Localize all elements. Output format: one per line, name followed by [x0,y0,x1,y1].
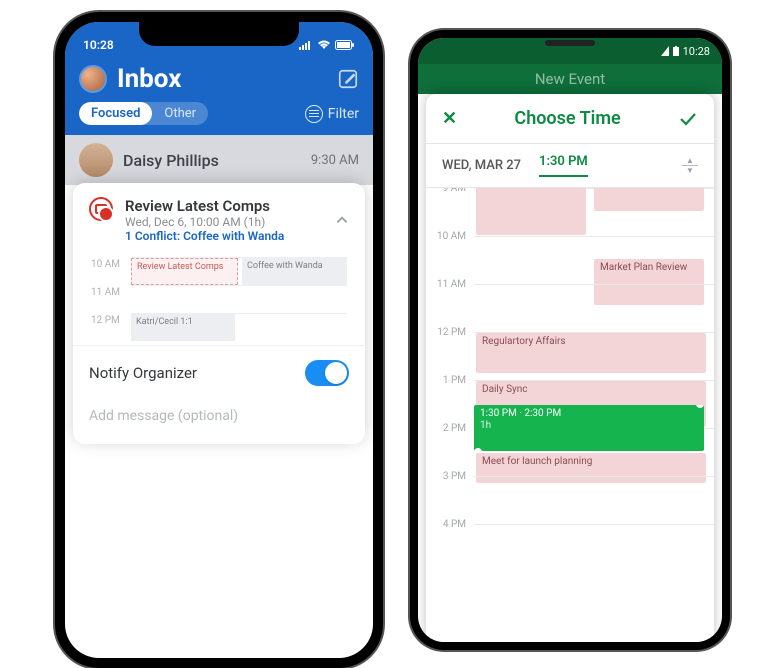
cal-event[interactable]: Core Web Team Sync [594,188,704,211]
mini-event[interactable]: Katri/Cecil 1:1 [131,314,235,341]
date-picker[interactable]: WED, MAR 27 [442,158,521,173]
android-device-frame: 10:28 New Event ✕ Choose Time WED, MAR 2… [410,30,730,650]
rsvp-subtitle: Wed, Dec 6, 10:00 AM (1h) [125,215,323,229]
hour-label: 3 PM [426,471,474,519]
page-title: Inbox [117,64,327,94]
notify-organizer-label: Notify Organizer [89,364,197,382]
wifi-icon [317,40,331,50]
battery-icon [335,40,355,50]
speaker [545,40,595,46]
compose-icon[interactable] [337,68,359,90]
mini-event[interactable]: Coffee with Wanda [242,258,347,285]
calendar-conflict-icon [89,197,113,221]
hour-label: 11 AM [91,285,131,313]
tab-segmented: Focused Other [79,102,208,125]
signal-icon [299,40,313,50]
ios-device-frame: 10:28 Inbox Focused Other Filter [55,12,383,668]
hour-label: 10 AM [426,231,474,279]
cal-event[interactable]: Regulartory Affairs [476,333,706,373]
mini-agenda: 10 AM Review Latest Comps Coffee with Wa… [73,249,365,345]
tab-focused[interactable]: Focused [79,102,152,125]
sender-name: Daisy Phillips [123,151,301,170]
hour-label: 12 PM [91,313,131,341]
filter-label: Filter [328,106,359,122]
filter-button[interactable]: Filter [305,105,359,123]
notify-organizer-toggle[interactable] [305,360,349,386]
hour-label: 2 PM [426,423,474,471]
hour-label: 12 PM [426,327,474,375]
background-title-text: New Event [535,70,605,88]
battery-icon [673,46,679,56]
filter-icon [305,105,323,123]
sheet-title: Choose Time [473,108,662,129]
email-list-item[interactable]: Daisy Phillips 9:30 AM [65,135,373,185]
time-picker[interactable]: 1:30 PM [539,154,588,177]
time-stepper[interactable]: ▲▼ [682,156,698,175]
new-event-block[interactable]: 1:30 PM · 2:30 PM 1h [474,405,704,451]
cal-event[interactable]: Company Meeting [476,188,586,235]
status-time: 10:28 [83,38,114,52]
hour-label: 9 AM [426,188,474,231]
background-title: New Event [418,64,722,94]
sender-avatar [79,143,113,177]
notch [139,22,299,46]
mini-event[interactable]: Review Latest Comps [131,258,238,285]
confirm-icon[interactable] [678,109,698,129]
message-input[interactable]: Add message (optional) [89,408,238,424]
hour-label: 11 AM [426,279,474,327]
hour-label: 10 AM [91,257,131,285]
tab-other[interactable]: Other [152,102,208,125]
new-event-duration: 1h [480,420,491,431]
rsvp-card: Review Latest Comps Wed, Dec 6, 10:00 AM… [73,183,365,444]
avatar[interactable] [79,65,107,93]
hour-label: 1 PM [426,375,474,423]
status-time: 10:28 [683,45,710,58]
hour-label: 4 PM [426,519,474,567]
choose-time-sheet: ✕ Choose Time WED, MAR 27 1:30 PM ▲▼ 9 A… [426,94,714,642]
close-icon[interactable]: ✕ [442,108,457,129]
rsvp-conflict-link[interactable]: 1 Conflict: Coffee with Wanda [125,229,323,243]
resize-handle-top[interactable] [694,405,704,410]
new-event-time: 1:30 PM · 2:30 PM [480,408,561,419]
chevron-up-icon[interactable] [335,213,349,227]
rsvp-title: Review Latest Comps [125,197,323,215]
day-calendar[interactable]: 9 AM Company Meeting Core Web Team Sync … [426,188,714,642]
resize-handle-bottom[interactable] [474,446,484,451]
email-time: 9:30 AM [311,153,359,168]
signal-icon [661,46,669,56]
